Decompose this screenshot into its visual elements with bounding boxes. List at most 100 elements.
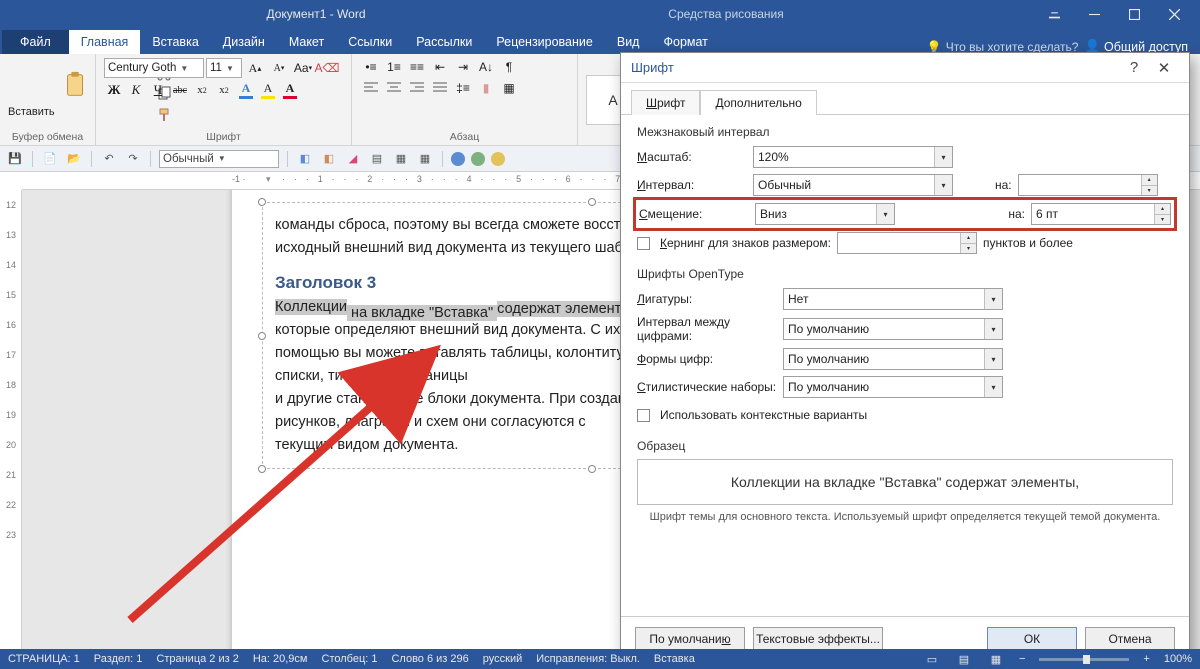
shading-button[interactable]: ▮ [475,79,497,97]
checkbox-kerning[interactable] [637,237,650,250]
zoom-in-button[interactable]: + [1143,653,1149,665]
zoom-out-button[interactable]: − [1019,653,1025,665]
status-page-of[interactable]: Страница 2 из 2 [156,653,238,665]
font-name-combo[interactable]: Century Goth▼ [104,58,204,78]
change-case-button[interactable]: Aa▾ [292,58,314,78]
combo-position[interactable]: Вниз▾ [755,203,895,225]
sort-button[interactable]: A↓ [475,58,497,76]
tab-format[interactable]: Формат [651,30,719,54]
tab-layout[interactable]: Макет [277,30,336,54]
bold-button[interactable]: Ж [104,81,124,99]
tab-design[interactable]: Дизайн [211,30,277,54]
tab-home[interactable]: Главная [69,30,141,54]
tool-icon-2[interactable]: ◧ [320,150,338,168]
status-word-count[interactable]: Слово 6 из 296 [391,653,468,665]
status-column[interactable]: Столбец: 1 [322,653,378,665]
grow-font-button[interactable]: A▴ [244,58,266,78]
button-ok[interactable]: ОК [987,627,1077,651]
justify-button[interactable] [429,79,451,97]
increase-indent-button[interactable]: ⇥ [452,58,474,76]
maximize-button[interactable] [1114,0,1154,28]
color-dot-green[interactable] [471,152,485,166]
dialog-tab-advanced[interactable]: Дополнительно [700,90,816,115]
highlight-button[interactable]: A [258,81,278,99]
button-cancel[interactable]: Отмена [1085,627,1175,651]
status-insert-mode[interactable]: Вставка [654,653,695,665]
redo-icon[interactable]: ↷ [124,150,142,168]
style-combo[interactable]: Обычный▼ [159,150,279,168]
color-dot-yellow[interactable] [491,152,505,166]
button-text-effects[interactable]: Текстовые эффекты... [753,627,883,651]
tool-icon-4[interactable]: ▦ [392,150,410,168]
combo-number-spacing[interactable]: По умолчанию▾ [783,318,1003,340]
bullets-button[interactable]: •≡ [360,58,382,76]
minimize-button[interactable] [1074,0,1114,28]
resize-handle[interactable] [588,198,596,206]
status-position[interactable]: На: 20,9см [253,653,308,665]
tool-icon-3[interactable]: ▤ [368,150,386,168]
undo-icon[interactable]: ↶ [100,150,118,168]
tab-insert[interactable]: Вставка [140,30,210,54]
zoom-level[interactable]: 100% [1164,653,1192,665]
resize-handle[interactable] [258,332,266,340]
font-color-button[interactable]: A [280,81,300,99]
multilevel-button[interactable]: ≡≡ [406,58,428,76]
dialog-titlebar[interactable]: Шрифт ? ✕ [621,53,1189,83]
status-section[interactable]: Раздел: 1 [94,653,143,665]
borders-button[interactable]: ▦ [498,79,520,97]
align-center-button[interactable] [383,79,405,97]
dialog-close-button[interactable]: ✕ [1149,59,1179,77]
new-doc-icon[interactable]: 📄 [41,150,59,168]
underline-button[interactable]: Ч [148,81,168,99]
combo-ligatures[interactable]: Нет▾ [783,288,1003,310]
open-icon[interactable]: 📂 [65,150,83,168]
show-marks-button[interactable]: ¶ [498,58,520,76]
checkbox-contextual[interactable] [637,409,650,422]
view-web-icon[interactable]: ▦ [987,652,1005,666]
dialog-tab-font[interactable]: Шрифт [631,90,700,115]
combo-scale[interactable]: 120%▾ [753,146,953,168]
spinner-spacing-by[interactable]: ▴▾ [1018,174,1158,196]
paste-icon[interactable] [61,70,95,104]
tool-icon-1[interactable]: ◧ [296,150,314,168]
subscript-button[interactable]: x2 [192,81,212,99]
combo-number-forms[interactable]: По умолчанию▾ [783,348,1003,370]
tab-mailings[interactable]: Рассылки [404,30,484,54]
resize-handle[interactable] [588,465,596,473]
save-icon[interactable]: 💾 [6,150,24,168]
ribbon-collapse-icon[interactable] [1034,0,1074,28]
vertical-ruler[interactable]: 12 13 14 15 16 17 18 19 20 21 22 23 [0,190,22,649]
italic-button[interactable]: К [126,81,146,99]
tab-view[interactable]: Вид [605,30,652,54]
decrease-indent-button[interactable]: ⇤ [429,58,451,76]
status-track-changes[interactable]: Исправления: Выкл. [536,653,640,665]
text-effects-button[interactable]: A [236,81,256,99]
superscript-button[interactable]: x2 [214,81,234,99]
resize-handle[interactable] [258,198,266,206]
clear-formatting-button[interactable]: A⌫ [316,58,338,78]
shrink-font-button[interactable]: A▾ [268,58,290,78]
tab-references[interactable]: Ссылки [336,30,404,54]
align-right-button[interactable] [406,79,428,97]
button-set-default[interactable]: По умолчанию [635,627,745,651]
align-left-button[interactable] [360,79,382,97]
view-read-icon[interactable]: ▭ [923,652,941,666]
status-page[interactable]: СТРАНИЦА: 1 [8,653,80,665]
line-spacing-button[interactable]: ‡≡ [452,79,474,97]
font-size-combo[interactable]: 11▼ [206,58,242,78]
spinner-kerning-size[interactable]: ▴▾ [837,232,977,254]
view-print-icon[interactable]: ▤ [955,652,973,666]
strikethrough-button[interactable]: abc [170,81,190,99]
combo-stylistic-sets[interactable]: По умолчанию▾ [783,376,1003,398]
combo-spacing[interactable]: Обычный▾ [753,174,953,196]
tab-review[interactable]: Рецензирование [484,30,605,54]
spinner-position-by[interactable]: 6 пт▴▾ [1031,203,1171,225]
zoom-slider[interactable] [1039,658,1129,661]
status-language[interactable]: русский [483,653,522,665]
dialog-help-button[interactable]: ? [1119,59,1149,76]
resize-handle[interactable] [258,465,266,473]
eraser-icon[interactable]: ◢ [344,150,362,168]
color-dot-blue[interactable] [451,152,465,166]
close-button[interactable] [1154,0,1194,28]
tab-file[interactable]: Файл [2,30,69,54]
